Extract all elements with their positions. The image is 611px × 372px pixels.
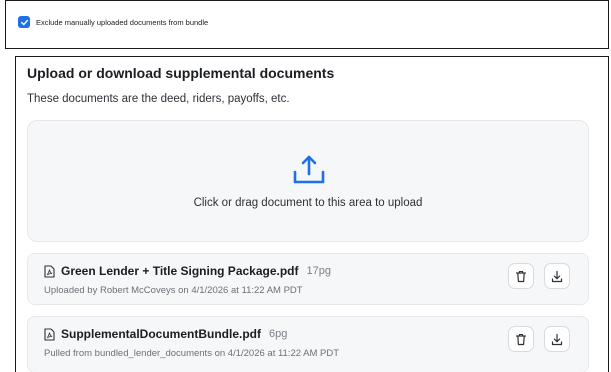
file-upload-info: Pulled from bundled_lender_documents on …: [44, 348, 340, 359]
exclude-manual-uploads-label: Exclude manually uploaded documents from…: [36, 17, 209, 27]
file-name[interactable]: Green Lender + Title Signing Package.pdf: [61, 264, 299, 278]
trash-icon: [515, 333, 527, 345]
exclude-manual-uploads-checkbox[interactable]: [18, 16, 30, 28]
pdf-file-icon: [44, 327, 55, 341]
file-name[interactable]: SupplementalDocumentBundle.pdf: [61, 327, 261, 341]
dropzone-instructions: Click or drag document to this area to u…: [193, 197, 423, 209]
file-upload-info: Uploaded by Robert McCoveys on 4/1/2026 …: [44, 285, 303, 296]
exclude-manual-uploads-option[interactable]: Exclude manually uploaded documents from…: [18, 16, 208, 28]
trash-icon: [515, 270, 527, 282]
file-header: SupplementalDocumentBundle.pdf 6pg: [44, 327, 287, 341]
file-item: Green Lender + Title Signing Package.pdf…: [27, 253, 589, 305]
pdf-file-icon: [44, 264, 55, 278]
file-page-count: 17pg: [306, 265, 331, 277]
upload-icon: [293, 155, 325, 184]
section-subtitle: These documents are the deed, riders, pa…: [27, 93, 290, 105]
delete-file-button[interactable]: [508, 263, 534, 289]
download-icon: [551, 333, 563, 345]
bundle-settings-panel: Exclude manually uploaded documents from…: [5, 0, 609, 49]
file-header: Green Lender + Title Signing Package.pdf…: [44, 264, 331, 278]
download-icon: [551, 270, 563, 282]
section-title: Upload or download supplemental document…: [27, 65, 335, 81]
file-page-count: 6pg: [269, 328, 288, 340]
download-file-button[interactable]: [544, 326, 570, 352]
supplemental-documents-panel: Upload or download supplemental document…: [15, 56, 609, 372]
delete-file-button[interactable]: [508, 326, 534, 352]
check-icon: [20, 19, 28, 25]
upload-dropzone[interactable]: Click or drag document to this area to u…: [27, 120, 589, 242]
file-item: SupplementalDocumentBundle.pdf 6pg Pulle…: [27, 316, 589, 372]
download-file-button[interactable]: [544, 263, 570, 289]
